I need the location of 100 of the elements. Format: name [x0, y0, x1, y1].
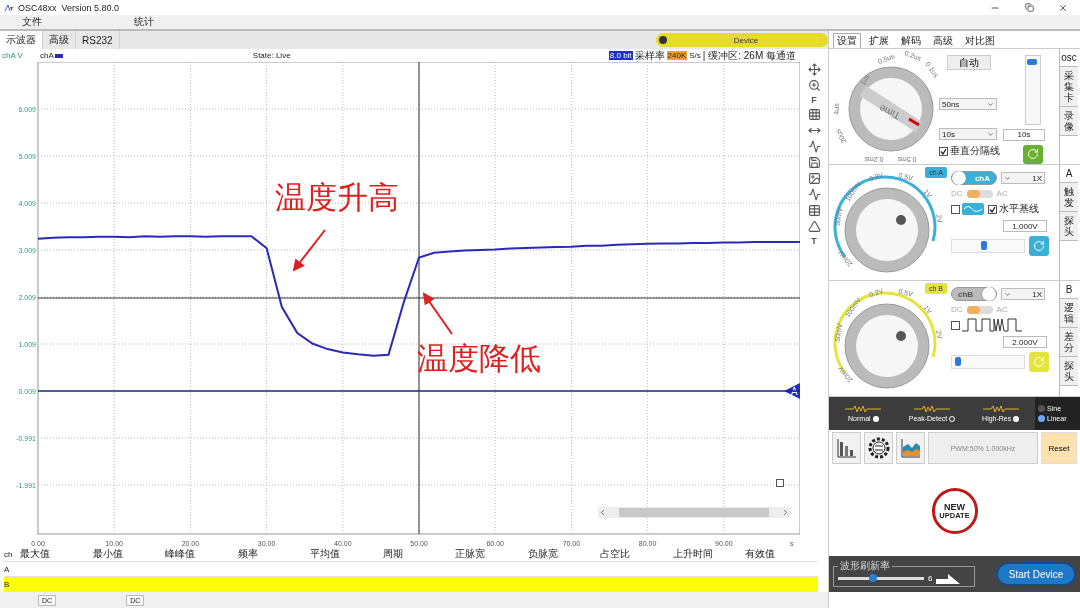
checkbox[interactable] [951, 320, 960, 330]
side-tab[interactable]: 录像 [1060, 107, 1078, 136]
dc-label: DC [951, 189, 963, 198]
annotation-arrow [422, 292, 453, 335]
probe-select[interactable]: 1X [1001, 172, 1045, 184]
zoom-icon[interactable] [807, 79, 821, 92]
ramp-icon [936, 572, 961, 585]
checkbox-label: 垂直分隔线 [950, 144, 1000, 158]
menu-item[interactable]: 统计 [112, 15, 224, 29]
triangle-icon[interactable] [807, 220, 821, 233]
side-tab[interactable]: 探头 [1060, 357, 1078, 386]
sample-rate-unit: S/s [689, 51, 701, 60]
menu-item[interactable]: 文件 [0, 15, 112, 29]
column-header: 最大值 [20, 547, 51, 561]
table-icon[interactable] [807, 204, 821, 217]
column-header: 占空比 [600, 547, 632, 561]
waveform-icon [845, 405, 882, 413]
column-header: 周期 [382, 547, 404, 561]
sample-rate-value: 240K [666, 51, 688, 60]
refresh-rate-group: 波形刷新率 6 [833, 561, 975, 587]
scroll-right-icon[interactable] [781, 508, 790, 517]
waveform-icon [982, 405, 1019, 413]
channel-marker[interactable]: A [784, 383, 800, 399]
annotation-text: 温度降低 [417, 340, 541, 376]
grid-icon[interactable] [807, 108, 821, 121]
channel-toggle[interactable]: chB [951, 287, 997, 301]
radio-button[interactable] [1038, 405, 1045, 412]
image-icon[interactable] [807, 172, 821, 185]
horizontal-scrollbar[interactable] [598, 507, 790, 518]
auto-button[interactable]: 自动 [947, 55, 991, 70]
bit-depth-badge: 8.0 bit [608, 51, 633, 60]
toolbar-letter[interactable]: F [811, 95, 817, 105]
tab[interactable]: 示波器 [0, 31, 43, 49]
row-label: B [4, 579, 11, 589]
row-label: A [4, 564, 11, 574]
column-header: 平均值 [310, 547, 342, 561]
scroll-left-icon[interactable] [598, 508, 607, 517]
side-tab[interactable]: 逻辑 [1060, 299, 1078, 328]
refresh-rate-slider[interactable] [838, 577, 924, 580]
reset-icon[interactable] [1023, 144, 1043, 164]
restore-icon[interactable] [1024, 3, 1034, 12]
vertical-slider[interactable] [1025, 55, 1041, 125]
checkbox-label: 水平基线 [999, 202, 1039, 216]
panel-tab[interactable]: 高级 [929, 33, 957, 48]
gear-button[interactable] [864, 432, 893, 464]
ac-label: AC [996, 189, 1008, 198]
side-tab[interactable]: 触发 [1060, 183, 1078, 212]
panel-tab[interactable]: 解码 [897, 33, 925, 48]
waveform-icon [962, 203, 984, 215]
column-header: 上升时间 [672, 547, 714, 561]
radio-button[interactable] [1013, 415, 1020, 422]
ac-label: AC [996, 305, 1008, 314]
start-device-button[interactable]: Start Device [996, 562, 1076, 586]
pulse-train-icon [962, 318, 1022, 332]
dc-label: DC [951, 305, 963, 314]
reset-button[interactable]: Reset [1041, 432, 1077, 464]
offset-slider[interactable] [951, 355, 1025, 369]
column-header: 峰峰值 [165, 547, 197, 561]
panel-tab[interactable]: 扩展 [865, 33, 893, 48]
radio-button[interactable] [872, 415, 879, 422]
window-title: OSC48xx Version 5.80.0 [18, 2, 120, 13]
bar-chart-button[interactable] [832, 432, 861, 464]
column-header: 有效值 [745, 547, 777, 561]
y-axis-label: chA V [1, 51, 24, 60]
state-text: State: Live [252, 51, 291, 60]
move-icon[interactable] [807, 63, 821, 76]
series-label: A [791, 385, 798, 397]
channel-label: chA [40, 51, 63, 60]
offset-slider[interactable] [951, 239, 1025, 253]
side-tab[interactable]: 探头 [1060, 212, 1078, 241]
duration-field[interactable]: 10s [1003, 128, 1045, 141]
offset-field[interactable]: 2.000V [1003, 336, 1047, 348]
time-division-select[interactable]: 50ns [939, 98, 997, 110]
checkbox[interactable] [951, 204, 960, 214]
reset-icon[interactable] [1029, 236, 1049, 256]
device-button[interactable]: Device [656, 33, 828, 47]
radio-button[interactable] [1038, 415, 1045, 422]
side-tab[interactable]: 差分 [1060, 328, 1078, 357]
coupling-switch[interactable] [966, 305, 993, 314]
checkbox[interactable] [939, 146, 948, 156]
annotation-text: 温度升高 [275, 179, 399, 215]
panel-tab[interactable]: 对比图 [961, 33, 999, 48]
app-logo-icon [4, 2, 14, 13]
column-header: 负脉宽 [527, 547, 559, 561]
column-header: ch [4, 549, 14, 559]
save-icon[interactable] [807, 156, 821, 169]
side-tab[interactable]: 采集卡 [1060, 67, 1078, 107]
column-header: 正脉宽 [455, 547, 487, 561]
toolbar-letter[interactable]: T [811, 236, 817, 246]
offset-field[interactable]: 1.000V [1003, 220, 1047, 232]
close-icon[interactable] [1058, 2, 1068, 13]
buffer-info: | 缓冲区: 26M 每通道 [702, 48, 796, 63]
annotation-arrow [292, 229, 326, 272]
square-icon[interactable] [776, 479, 784, 487]
wave-icon[interactable] [807, 188, 821, 201]
coupling-switch[interactable] [966, 189, 993, 198]
panel-tab[interactable]: 设置 [833, 33, 861, 48]
probe-select[interactable]: 1X [1001, 288, 1045, 300]
duration-select[interactable]: 10s [939, 128, 997, 140]
checkbox[interactable] [988, 204, 997, 214]
